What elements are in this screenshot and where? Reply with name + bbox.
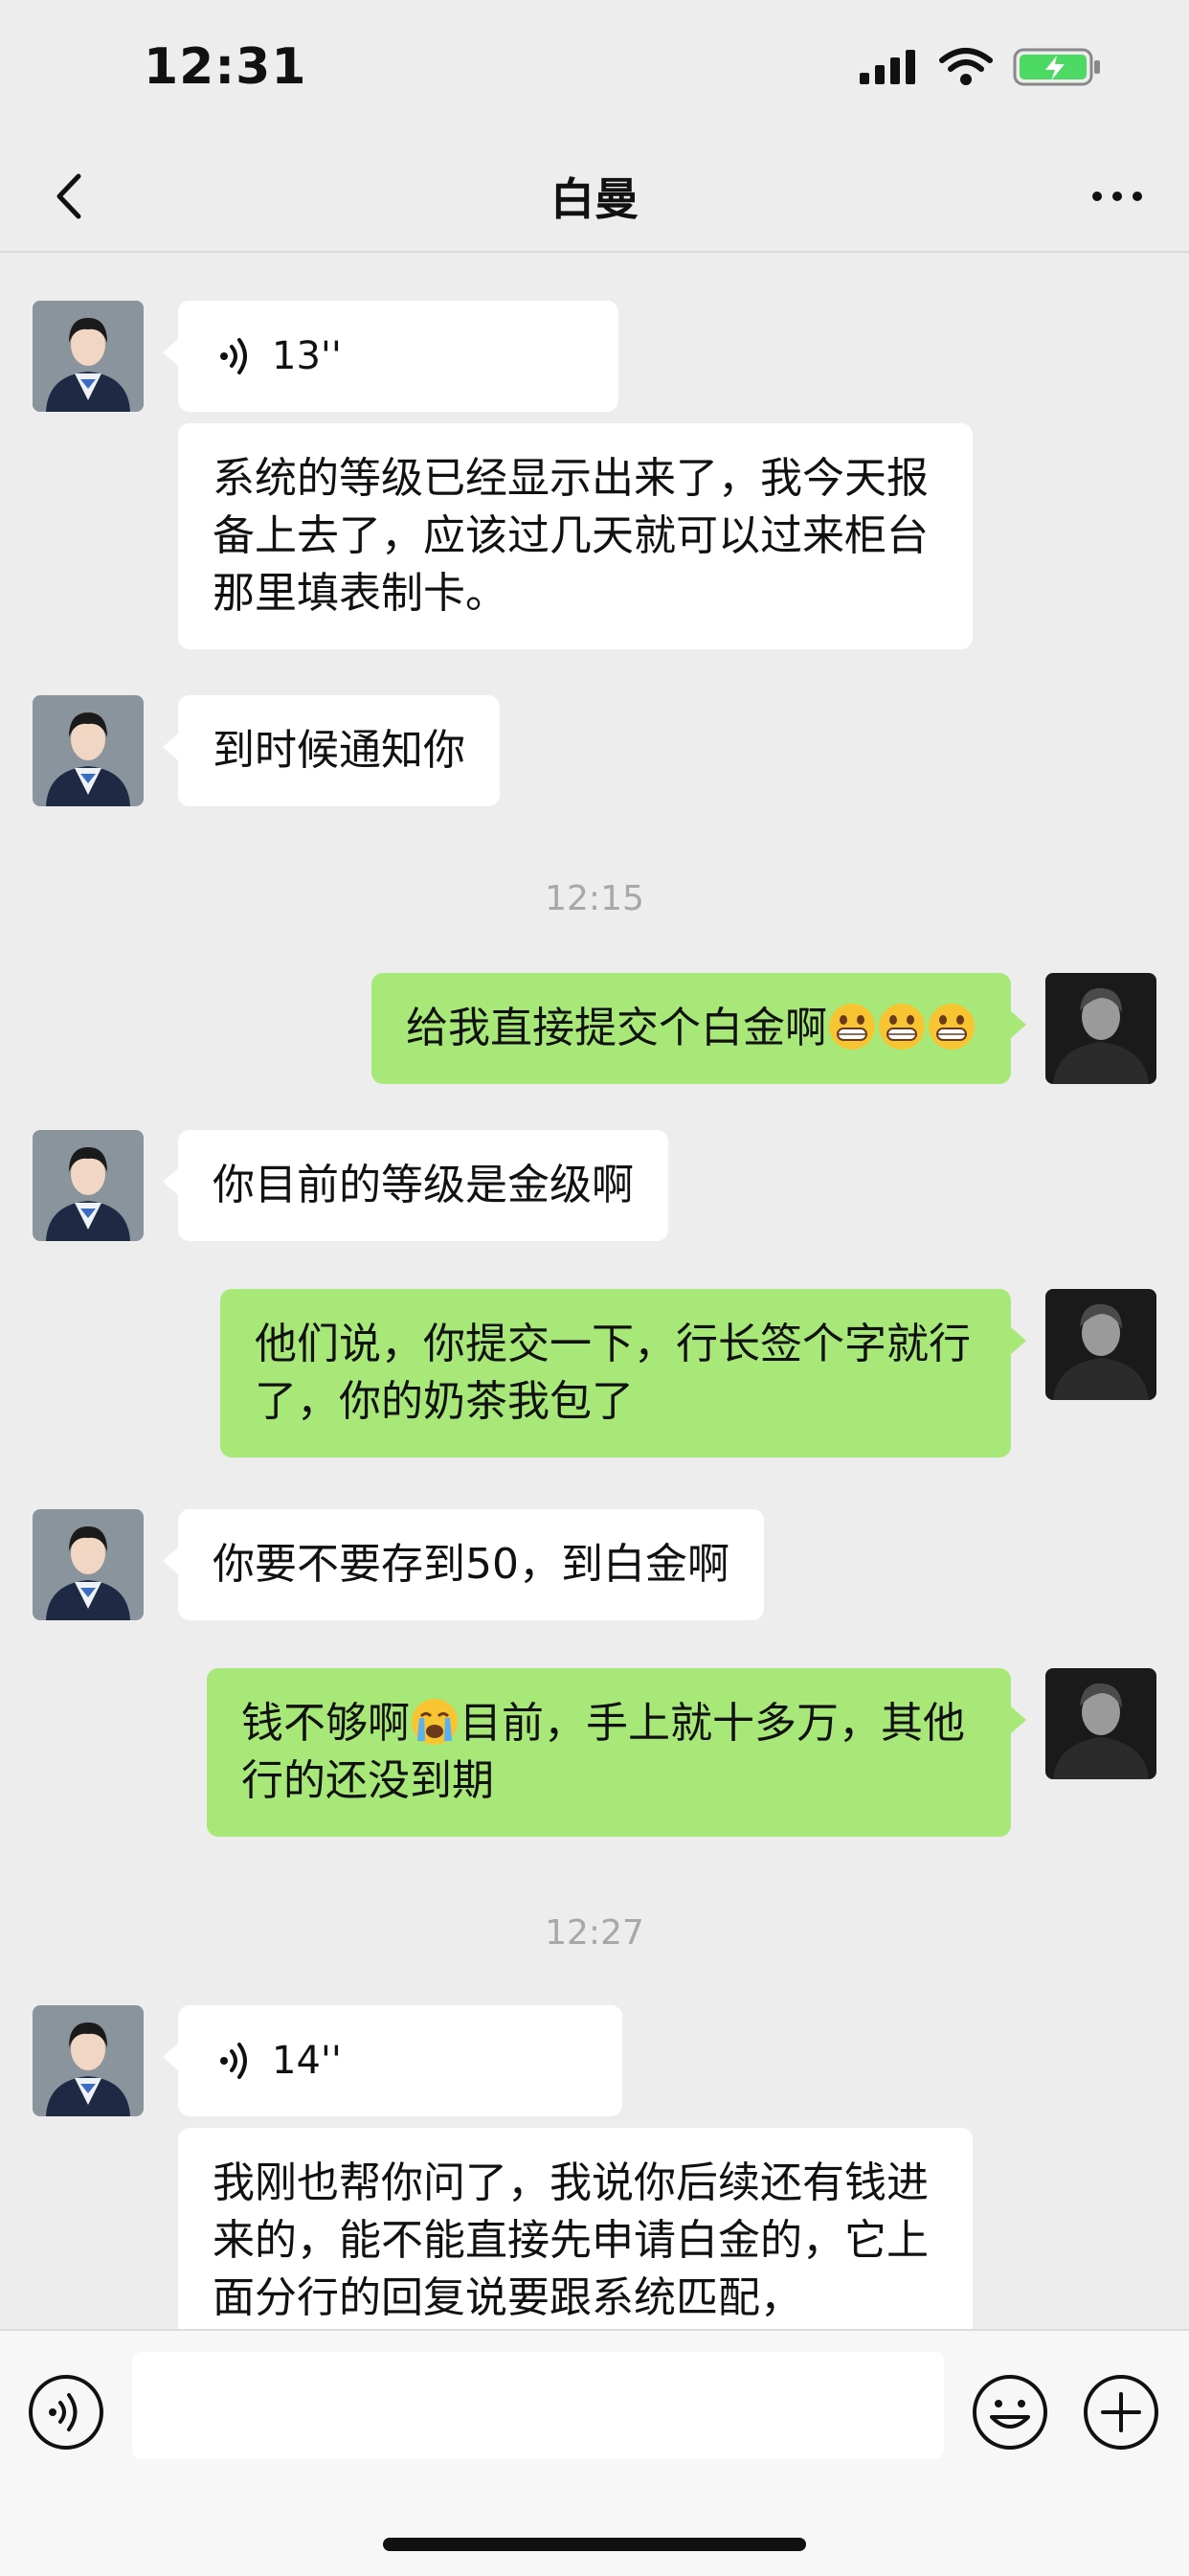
text-message-bubble[interactable]: 我刚也帮你问了，我说你后续还有钱进来的，能不能直接先申请白金的，它上面分行的回复… (178, 2128, 973, 2329)
message-timestamp: 12:27 (545, 1913, 644, 1953)
contact-avatar[interactable] (33, 301, 144, 412)
contact-avatar[interactable] (33, 695, 144, 806)
voice-wave-icon (220, 2043, 247, 2079)
status-icons (858, 46, 1103, 88)
grinning-emoji-icon (829, 1004, 875, 1050)
text-message-bubble[interactable]: 他们说，你提交一下，行长签个字就行了，你的奶茶我包了 (220, 1289, 1026, 1457)
message-text: 给我直接提交个白金啊 (406, 1004, 827, 1052)
contact-avatar[interactable] (33, 1509, 144, 1620)
message-timestamp: 12:15 (545, 879, 644, 918)
message-input[interactable] (132, 2352, 944, 2459)
battery-charging-icon (1013, 48, 1100, 86)
crying-emoji-icon (412, 1699, 458, 1745)
contact-avatar[interactable] (33, 2005, 144, 2116)
message-text: 我刚也帮你问了，我说你后续还有钱进来的，能不能直接先申请白金的，它上面分行的回复… (213, 2158, 929, 2322)
text-message-bubble[interactable]: 给我直接提交个白金啊 (371, 973, 1026, 1084)
grinning-emoji-icon (929, 1004, 975, 1050)
text-message-bubble[interactable]: 你目前的等级是金级啊 (163, 1130, 668, 1241)
voice-wave-icon (220, 338, 247, 374)
wifi-icon (939, 48, 993, 85)
message-text: 到时候通知你 (213, 726, 465, 775)
voice-message-bubble[interactable]: 13'' (163, 301, 618, 412)
message-text: 钱不够啊 (241, 1699, 410, 1748)
status-time: 12:31 (144, 38, 307, 96)
text-message-bubble[interactable]: 你要不要存到50，到白金啊 (163, 1509, 764, 1620)
grinning-emoji-icon (879, 1004, 925, 1050)
more-dots-icon[interactable] (1084, 163, 1151, 230)
text-message-bubble[interactable]: 钱不够啊 目前，手上就十多万，其他行的还没到期 (207, 1668, 1026, 1837)
my-avatar[interactable] (1045, 973, 1156, 1084)
status-bar: 12:31 (0, 0, 1189, 144)
text-message-bubble[interactable]: 系统的等级已经显示出来了，我今天报备上去了，应该过几天就可以过来柜台那里填表制卡… (178, 423, 973, 649)
message-list[interactable]: 13'' 系统的等级已经显示出来了，我今天报备上去了，应该过几天就可以过来柜台那… (0, 253, 1189, 2329)
input-bar (0, 2329, 1189, 2576)
my-avatar[interactable] (1045, 1289, 1156, 1400)
voice-duration: 14'' (272, 2039, 342, 2083)
emoji-icon[interactable] (971, 2373, 1049, 2452)
message-text: 你要不要存到50，到白金啊 (213, 1540, 729, 1589)
contact-avatar[interactable] (33, 1130, 144, 1241)
voice-message-bubble[interactable]: 14'' (163, 2005, 622, 2116)
message-text: 他们说，你提交一下，行长签个字就行了，你的奶茶我包了 (255, 1320, 971, 1426)
message-text: 你目前的等级是金级啊 (213, 1161, 634, 1209)
plus-icon[interactable] (1082, 2373, 1160, 2452)
message-text: 系统的等级已经显示出来了，我今天报备上去了，应该过几天就可以过来柜台那里填表制卡… (213, 454, 929, 618)
chat-header: 白曼 (0, 144, 1189, 253)
cellular-signal-icon (860, 50, 915, 84)
voice-input-icon[interactable] (27, 2373, 105, 2452)
voice-duration: 13'' (272, 334, 342, 378)
home-indicator (383, 2538, 806, 2551)
chat-title: 白曼 (550, 173, 639, 225)
text-message-bubble[interactable]: 到时候通知你 (163, 695, 500, 806)
my-avatar[interactable] (1045, 1668, 1156, 1779)
